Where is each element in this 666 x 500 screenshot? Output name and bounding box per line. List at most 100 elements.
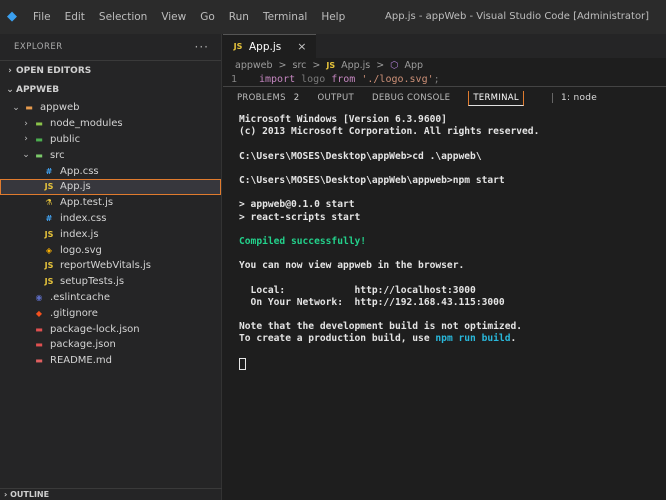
tree-item-label: src xyxy=(50,149,65,161)
tree-item-report-web-vitals-js[interactable]: JS reportWebVitals.js xyxy=(0,258,221,274)
menu-terminal[interactable]: Terminal xyxy=(256,0,314,34)
terminal-prompt[interactable] xyxy=(239,357,666,370)
tree-item-src[interactable]: ⌄ ▬ src xyxy=(0,147,221,163)
terminal-line: > react-scripts start xyxy=(239,211,361,223)
breadcrumb-app[interactable]: App xyxy=(405,60,424,71)
breadcrumb-separator: > xyxy=(312,59,321,71)
terminal-line: Microsoft Windows [Version 6.3.9600] xyxy=(239,114,447,125)
menu-selection[interactable]: Selection xyxy=(92,0,154,34)
tree-item-label: appweb xyxy=(40,102,80,114)
tree-item-app-test-js[interactable]: ⚗ App.test.js xyxy=(0,195,221,211)
local-label: Local: xyxy=(239,284,355,296)
vscode-logo-icon: ◆ xyxy=(7,9,17,24)
js-file-icon: JS xyxy=(233,42,243,51)
eslint-file-icon: ◉ xyxy=(35,292,43,302)
tree-item-node-modules[interactable]: › ▬ node_modules xyxy=(0,116,221,132)
tab-terminal[interactable]: TERMINAL xyxy=(468,90,524,106)
breadcrumb-appweb[interactable]: appweb xyxy=(235,60,273,71)
folder-icon: ▬ xyxy=(35,134,43,144)
tree-item-package-lock-json[interactable]: ▬ package-lock.json xyxy=(0,321,221,337)
explorer-header: EXPLORER ··· xyxy=(0,34,221,60)
outline-label: OUTLINE xyxy=(10,490,50,499)
css-file-icon: # xyxy=(45,166,53,176)
build-command: npm run build xyxy=(435,333,511,345)
menu-run[interactable]: Run xyxy=(222,0,256,34)
tree-item-label: App.css xyxy=(60,165,99,177)
tree-item-label: index.css xyxy=(60,212,107,224)
terminal-select[interactable]: 1: node xyxy=(551,93,597,103)
tree-item-label: package.json xyxy=(50,339,116,351)
tree-item-eslintcache[interactable]: ◉ .eslintcache xyxy=(0,290,221,306)
tree-item-label: App.test.js xyxy=(60,197,114,209)
chevron-down-icon: ⌄ xyxy=(12,102,20,113)
tree-item-label: App.js xyxy=(60,181,91,193)
tree-item-app-css[interactable]: # App.css xyxy=(0,163,221,179)
tree-item-package-json[interactable]: ▬ package.json xyxy=(0,337,221,353)
panel-tabs: PROBLEMS 2 OUTPUT DEBUG CONSOLE TERMINAL… xyxy=(223,87,666,109)
problems-count-badge: 2 xyxy=(293,93,300,103)
menu-file[interactable]: File xyxy=(26,0,58,34)
js-file-icon: JS xyxy=(44,229,54,239)
tree-item-index-js[interactable]: JS index.js xyxy=(0,226,221,242)
tree-item-gitignore[interactable]: ◆ .gitignore xyxy=(0,305,221,321)
tree-item-index-css[interactable]: # index.css xyxy=(0,211,221,227)
tree-item-label: .gitignore xyxy=(50,307,98,319)
close-icon[interactable]: × xyxy=(297,40,306,53)
menu-edit[interactable]: Edit xyxy=(58,0,92,34)
menu-view[interactable]: View xyxy=(154,0,193,34)
outline-section[interactable]: › OUTLINE xyxy=(0,488,222,500)
js-file-icon: JS xyxy=(44,261,54,271)
terminal-line: Note that the development build is not o… xyxy=(239,321,523,333)
css-file-icon: # xyxy=(45,213,53,223)
chevron-right-icon: › xyxy=(8,65,12,76)
network-label: On Your Network: xyxy=(239,296,355,308)
terminal-text: To create a production build, use xyxy=(239,333,436,345)
tree-item-app-js[interactable]: JS App.js xyxy=(0,178,221,195)
breadcrumb-app-js[interactable]: App.js xyxy=(341,60,370,71)
open-editors-section[interactable]: › OPEN EDITORS xyxy=(0,60,221,80)
chevron-right-icon: › xyxy=(24,118,28,129)
tree-item-setup-tests-js[interactable]: JS setupTests.js xyxy=(0,274,221,290)
folder-icon: ▬ xyxy=(35,119,43,129)
menu-go[interactable]: Go xyxy=(193,0,222,34)
terminal-line: C:\Users\MOSES\Desktop\appWeb>cd .\appwe… xyxy=(239,150,482,162)
breadcrumb-separator: > xyxy=(278,59,287,71)
tab-output[interactable]: OUTPUT xyxy=(318,93,354,103)
menu-bar: File Edit Selection View Go Run Terminal… xyxy=(26,0,352,34)
project-label: APPWEB xyxy=(16,85,60,95)
bottom-panel: PROBLEMS 2 OUTPUT DEBUG CONSOLE TERMINAL… xyxy=(223,86,666,500)
tree-item-label: index.js xyxy=(60,228,99,240)
js-file-icon: JS xyxy=(326,60,336,70)
breadcrumb-src[interactable]: src xyxy=(293,60,307,71)
open-editors-label: OPEN EDITORS xyxy=(16,65,92,76)
terminal-output[interactable]: Microsoft Windows [Version 6.3.9600] (c)… xyxy=(223,109,666,370)
test-file-icon: ⚗ xyxy=(45,198,53,208)
tree-item-label: setupTests.js xyxy=(60,276,125,288)
network-url[interactable]: http://192.168.43.115:3000 xyxy=(355,297,505,308)
tab-app-js[interactable]: JS App.js × xyxy=(223,34,317,58)
more-actions-icon[interactable]: ··· xyxy=(195,40,209,54)
terminal-line: > appweb@0.1.0 start xyxy=(239,199,355,211)
tab-debug-console[interactable]: DEBUG CONSOLE xyxy=(372,93,450,103)
tab-problems[interactable]: PROBLEMS 2 xyxy=(237,93,300,103)
tree-item-appweb[interactable]: ⌄ ▬ appweb xyxy=(0,100,221,116)
tab-label: PROBLEMS xyxy=(237,93,286,103)
json-file-icon: ▬ xyxy=(35,324,43,334)
code-identifier: logo xyxy=(295,73,332,85)
chevron-down-icon: ⌄ xyxy=(22,150,30,161)
editor-area: JS App.js × appweb > src > JS App.js > ⬡… xyxy=(223,34,666,500)
tree-item-label: .eslintcache xyxy=(50,291,110,303)
terminal-line: (c) 2013 Microsoft Corporation. All righ… xyxy=(239,126,540,138)
editor-tabs: JS App.js × xyxy=(223,34,666,58)
code-line[interactable]: 1 import logo from './logo.svg' ; xyxy=(223,72,666,86)
menu-help[interactable]: Help xyxy=(314,0,352,34)
tree-item-logo-svg[interactable]: ◈ logo.svg xyxy=(0,242,221,258)
terminal-line: To create a production build, use npm ru… xyxy=(239,333,666,345)
tree-item-public[interactable]: › ▬ public xyxy=(0,132,221,148)
tree-item-label: README.md xyxy=(50,355,113,367)
local-url[interactable]: http://localhost:3000 xyxy=(355,285,476,296)
project-section[interactable]: ⌄ APPWEB xyxy=(0,80,221,100)
terminal-line: You can now view appweb in the browser. xyxy=(239,260,465,272)
tree-item-readme-md[interactable]: ▬ README.md xyxy=(0,353,221,369)
code-string: './logo.svg' xyxy=(355,73,434,85)
